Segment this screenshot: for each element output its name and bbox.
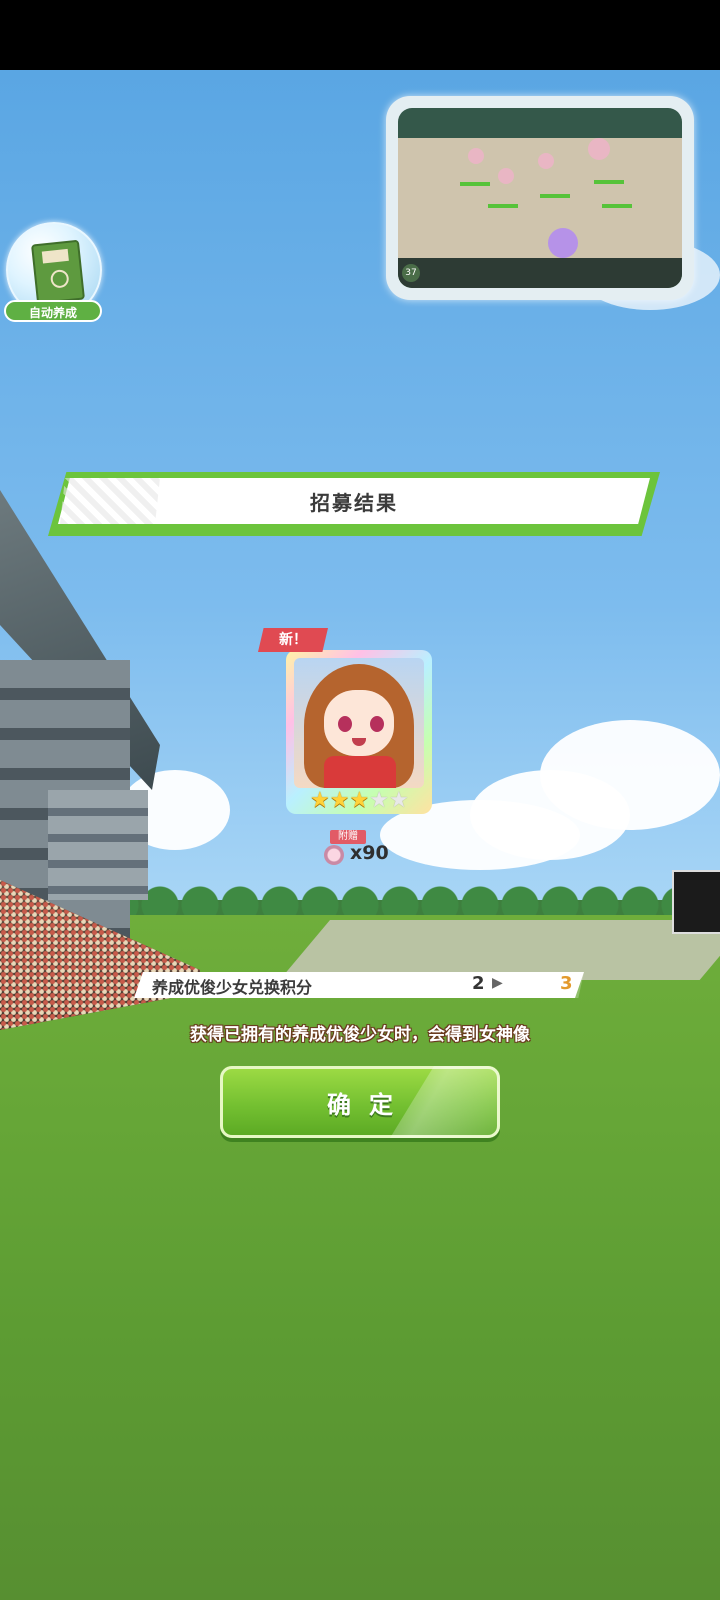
scoreboard bbox=[672, 870, 720, 934]
points-to-value: 3 bbox=[560, 973, 573, 994]
hp-bar bbox=[540, 194, 570, 198]
points-from-value: 2 bbox=[472, 973, 485, 994]
confirm-button-label: 确定 bbox=[327, 1090, 411, 1119]
points-label: 养成优俊少女兑换积分 bbox=[152, 978, 313, 997]
status-bar bbox=[0, 0, 720, 70]
character-portrait bbox=[294, 658, 424, 788]
portrait-eye bbox=[338, 716, 352, 732]
triangle-right-icon: ▶ bbox=[492, 975, 503, 991]
stadium-building bbox=[48, 790, 148, 900]
auto-train-label: 自动养成 bbox=[4, 300, 102, 322]
hp-bar bbox=[594, 180, 624, 184]
star-icon: ★ bbox=[310, 788, 330, 813]
auto-train-button[interactable]: 自动养成 bbox=[4, 222, 102, 322]
bonus-quantity: x90 bbox=[350, 842, 389, 864]
unit-icon bbox=[538, 153, 554, 169]
hp-bar bbox=[488, 204, 518, 208]
portrait-outfit bbox=[324, 756, 396, 788]
battle-bottom-bar bbox=[398, 258, 682, 288]
result-title: 招募结果 bbox=[310, 490, 398, 515]
banner-pattern bbox=[60, 478, 160, 524]
unit-icon bbox=[468, 148, 484, 164]
star-icon: ★ bbox=[388, 788, 409, 813]
unit-icon bbox=[498, 168, 514, 184]
rarity-stars: ★ ★ ★ ★ ★ bbox=[310, 788, 409, 814]
battle-preview-window[interactable]: 37 bbox=[386, 96, 694, 300]
unit-icon bbox=[588, 138, 610, 160]
trees bbox=[100, 880, 720, 920]
star-icon: ★ bbox=[349, 788, 370, 813]
hp-bar bbox=[602, 204, 632, 208]
confirm-button[interactable]: 确定 bbox=[220, 1066, 500, 1138]
skill-effect-icon bbox=[548, 228, 578, 258]
race-track bbox=[279, 920, 720, 980]
hp-bar bbox=[460, 182, 490, 186]
level-badge: 37 bbox=[402, 264, 420, 282]
new-badge: 新！ bbox=[258, 628, 328, 652]
battle-preview-screen: 37 bbox=[398, 108, 682, 288]
book-emblem bbox=[49, 268, 70, 289]
book-label-strip bbox=[41, 248, 69, 264]
book-icon bbox=[30, 239, 86, 305]
goddess-statue-icon bbox=[324, 845, 344, 865]
notice-text: 获得已拥有的养成优俊少女时，会得到女神像 bbox=[190, 1025, 530, 1045]
grass-field bbox=[0, 915, 720, 1600]
star-icon: ★ bbox=[329, 788, 350, 813]
star-icon: ★ bbox=[369, 788, 389, 813]
portrait-eye bbox=[370, 716, 384, 732]
